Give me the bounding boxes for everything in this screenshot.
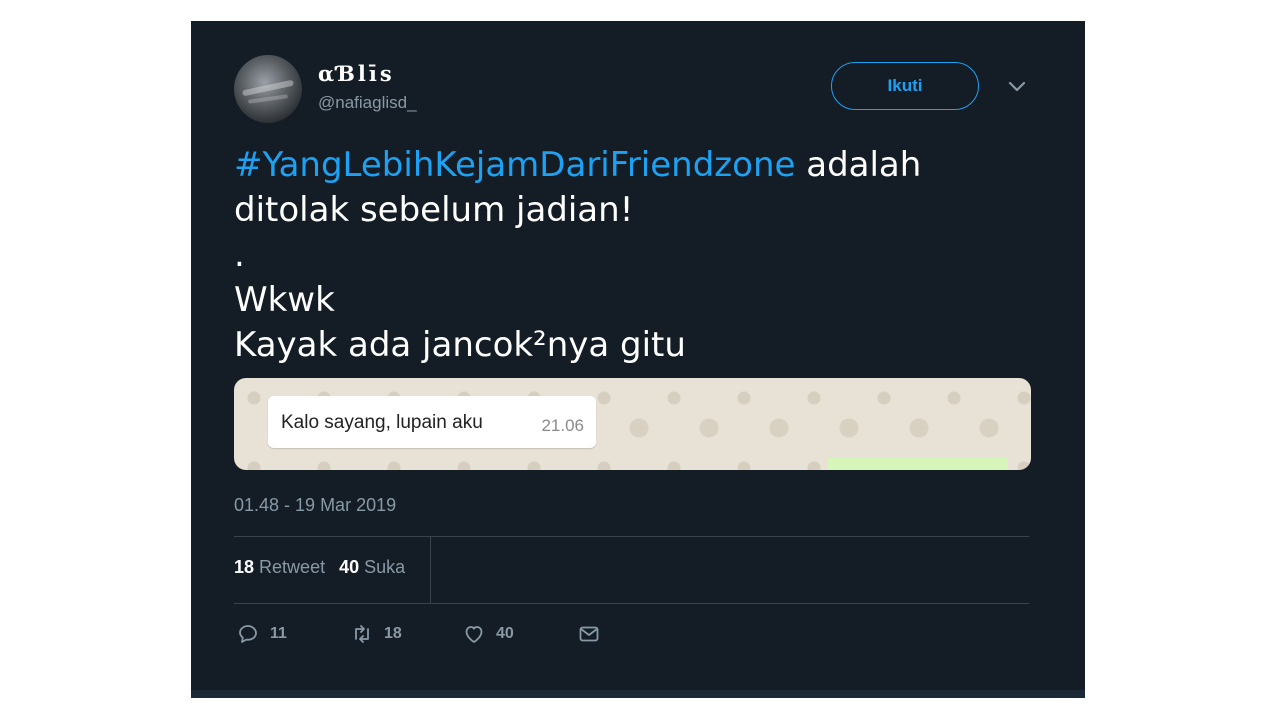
tweet-text-line: Wkwk xyxy=(234,280,335,320)
tweet-text-line: Kayak ada jancok²nya gitu xyxy=(234,325,686,365)
tweet-text-line: ditolak sebelum jadian! xyxy=(234,190,634,230)
tweet-media-image[interactable]: Kalo sayang, lupain aku 21.06 xyxy=(234,378,1031,470)
likes-stat[interactable]: 40 Suka xyxy=(339,557,405,577)
user-handle[interactable]: @nafiaglisd_ xyxy=(318,93,417,113)
divider xyxy=(234,603,1029,604)
outgoing-bubble-edge xyxy=(828,458,1008,470)
chat-message-bubble: Kalo sayang, lupain aku 21.06 xyxy=(268,396,596,448)
like-count: 40 xyxy=(496,625,514,642)
likes-label: Suka xyxy=(364,557,406,577)
retweet-icon xyxy=(355,625,369,643)
display-name[interactable]: αƁlīs xyxy=(318,61,395,86)
avatar[interactable] xyxy=(234,55,302,123)
tweet-text: #YangLebihKejamDariFriendzone adalah dit… xyxy=(234,143,1034,368)
chat-message-text: Kalo sayang, lupain aku xyxy=(281,412,483,433)
mail-icon xyxy=(579,626,599,642)
heart-icon xyxy=(465,626,483,643)
engagement-stats: 18 Retweet 40 Suka xyxy=(234,557,405,578)
retweets-count: 18 xyxy=(234,557,255,577)
chat-message-time: 21.06 xyxy=(541,416,584,435)
avatar-decoration xyxy=(247,94,289,104)
retweet-button[interactable]: 18 xyxy=(350,622,402,646)
reply-button[interactable]: 11 xyxy=(236,622,287,646)
reply-count: 11 xyxy=(270,625,287,642)
direct-message-button[interactable] xyxy=(577,622,601,646)
tweet-card: αƁlīs @nafiaglisd_ Ikuti #YangLebihKejam… xyxy=(191,21,1085,698)
retweet-count: 18 xyxy=(384,625,402,642)
tweet-text-line: . xyxy=(234,235,245,275)
tweet-text-line: adalah xyxy=(795,145,922,185)
chevron-down-icon[interactable] xyxy=(1007,79,1027,95)
follow-button[interactable]: Ikuti xyxy=(831,62,979,110)
stats-separator xyxy=(430,536,431,603)
tweet-timestamp[interactable]: 01.48 - 19 Mar 2019 xyxy=(234,495,396,516)
hashtag-link[interactable]: #YangLebihKejamDariFriendzone xyxy=(234,145,795,185)
retweets-stat[interactable]: 18 Retweet xyxy=(234,557,325,577)
retweets-label: Retweet xyxy=(259,557,326,577)
reply-icon xyxy=(239,625,257,643)
divider xyxy=(234,536,1029,537)
like-button[interactable]: 40 xyxy=(462,622,514,646)
card-footer xyxy=(191,690,1085,698)
likes-count: 40 xyxy=(339,557,360,577)
